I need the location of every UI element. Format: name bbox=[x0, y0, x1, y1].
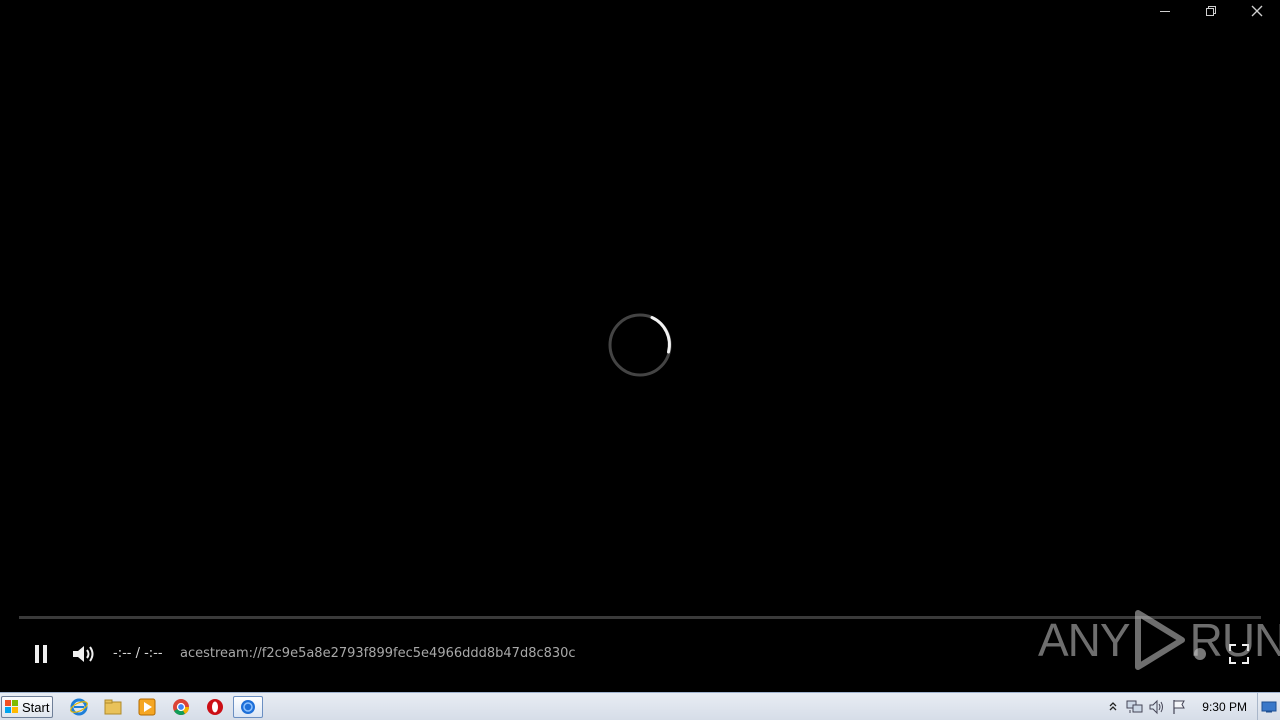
tray-action-center-button[interactable] bbox=[1168, 696, 1190, 718]
opera-icon bbox=[207, 699, 223, 715]
system-tray: 9:30 PM bbox=[1102, 693, 1280, 720]
taskbar: Start 9:30 PM bbox=[0, 692, 1280, 720]
file-explorer-icon bbox=[104, 699, 122, 715]
minimize-icon bbox=[1160, 11, 1170, 12]
show-desktop-button[interactable] bbox=[1257, 693, 1280, 720]
windows-logo-icon bbox=[5, 700, 18, 713]
tray-volume-button[interactable] bbox=[1146, 696, 1168, 718]
anyrun-watermark: ANY RUN bbox=[1038, 606, 1280, 674]
taskbar-app-chrome[interactable] bbox=[166, 696, 196, 718]
chevron-up-icon bbox=[1109, 701, 1117, 710]
chrome-icon bbox=[173, 699, 189, 715]
loading-spinner-icon bbox=[608, 313, 672, 377]
tray-expand-button[interactable] bbox=[1102, 696, 1124, 718]
flag-icon bbox=[1173, 699, 1186, 714]
volume-button[interactable] bbox=[71, 642, 97, 666]
speaker-icon bbox=[1149, 699, 1164, 714]
time-display: -:-- / -:-- bbox=[113, 646, 163, 661]
acestream-icon bbox=[241, 700, 255, 714]
taskbar-app-opera[interactable] bbox=[200, 696, 230, 718]
video-player[interactable]: -:-- / -:-- acestream://f2c9e5a8e2793f89… bbox=[0, 0, 1280, 692]
clock[interactable]: 9:30 PM bbox=[1190, 700, 1257, 714]
pause-button[interactable] bbox=[28, 642, 54, 666]
play-logo-icon bbox=[1134, 610, 1185, 670]
start-button[interactable]: Start bbox=[1, 696, 53, 718]
pause-icon bbox=[35, 645, 47, 663]
minimize-button[interactable] bbox=[1142, 0, 1188, 22]
watermark-text-right: RUN bbox=[1189, 614, 1280, 666]
taskbar-app-media-player[interactable] bbox=[132, 696, 162, 718]
start-label: Start bbox=[22, 699, 50, 715]
close-button[interactable] bbox=[1234, 0, 1280, 22]
restore-icon bbox=[1206, 6, 1216, 16]
volume-icon bbox=[73, 646, 94, 662]
close-icon bbox=[1251, 5, 1263, 17]
tray-network-button[interactable] bbox=[1124, 696, 1146, 718]
media-player-icon bbox=[138, 698, 156, 716]
watermark-text-left: ANY bbox=[1038, 614, 1131, 666]
network-icon bbox=[1126, 700, 1143, 713]
window-controls bbox=[1142, 0, 1280, 22]
taskbar-app-acestream[interactable] bbox=[233, 696, 263, 718]
stream-url: acestream://f2c9e5a8e2793f899fec5e4966dd… bbox=[180, 646, 576, 661]
internet-explorer-icon bbox=[70, 698, 88, 716]
taskbar-app-file-explorer[interactable] bbox=[98, 696, 128, 718]
restore-button[interactable] bbox=[1188, 0, 1234, 22]
taskbar-app-internet-explorer[interactable] bbox=[64, 696, 94, 718]
show-desktop-icon bbox=[1261, 701, 1277, 712]
